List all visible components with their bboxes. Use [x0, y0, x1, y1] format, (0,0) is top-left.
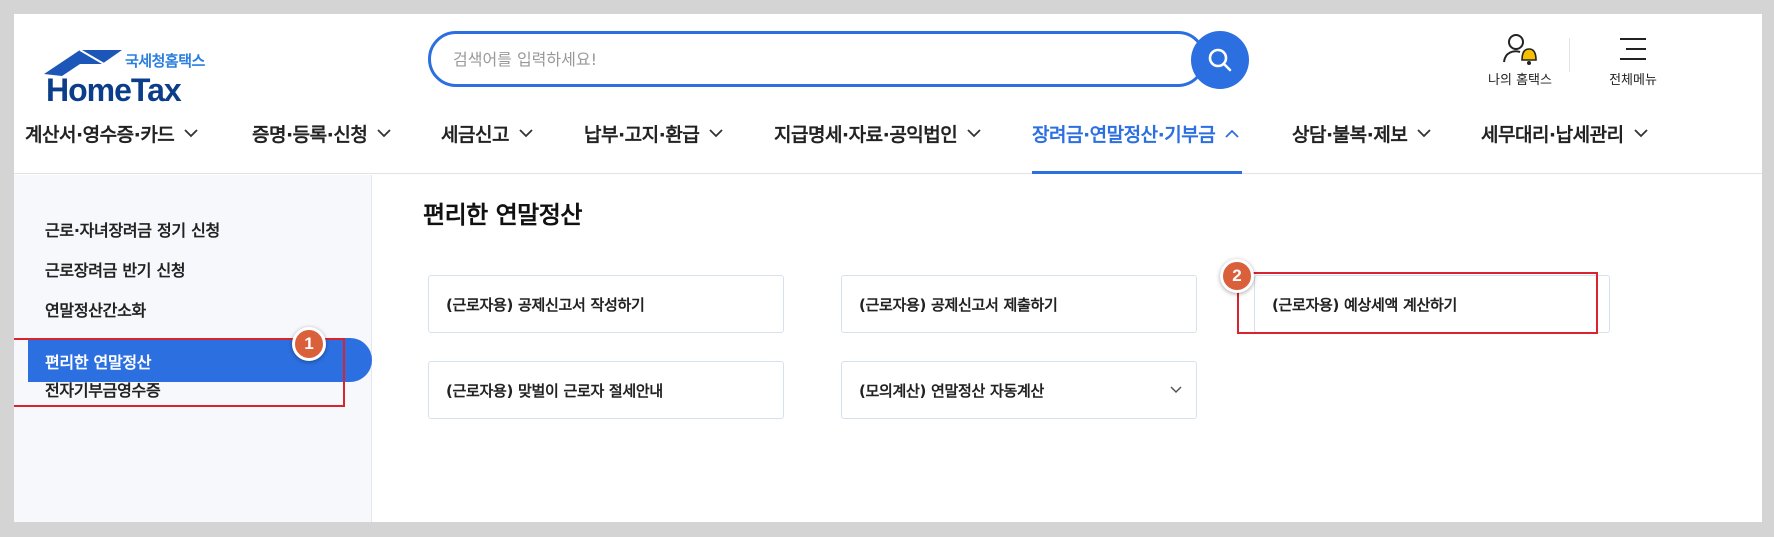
chevron-down-icon [709, 127, 723, 141]
gnb-item-label: 계산서·영수증·카드 [25, 124, 175, 146]
search-input[interactable] [453, 46, 1113, 72]
gnb-active-underline [1032, 171, 1242, 174]
gnb-item-label: 증명·등록·신청 [252, 124, 368, 146]
hamburger-menu-icon [1620, 38, 1646, 60]
gnb-item-certificates[interactable]: 증명·등록·신청 [252, 120, 391, 147]
annotation-badge-1: 1 [292, 327, 326, 361]
gnb-item-payment[interactable]: 납부·고지·환급 [584, 120, 723, 147]
chevron-down-icon [377, 127, 391, 141]
gnb-item-tax-filing[interactable]: 세금신고 [441, 120, 533, 147]
sidebar-item-semiannual-application[interactable]: 근로장려금 반기 신청 [45, 257, 186, 281]
my-hometax-label: 나의 홈택스 [1488, 73, 1552, 88]
gnb-item-label: 세무대리·납세관리 [1481, 124, 1624, 146]
page-frame: 국세청홈택스 HomeTax 나의 홈택스 [14, 14, 1762, 522]
chevron-down-icon [1417, 127, 1431, 141]
card-label: (모의계산) 연말정산 자동계산 [859, 382, 1044, 400]
sidebar-item-simplified-service[interactable]: 연말정산간소화 [45, 297, 146, 321]
sidebar-item-regular-application[interactable]: 근로·자녀장려금 정기 신청 [45, 217, 220, 241]
hometax-logo[interactable]: 국세청홈택스 HomeTax [28, 32, 208, 108]
card-dual-income-guide[interactable]: (근로자용) 맞벌이 근로자 절세안내 [428, 361, 784, 419]
gnb-item-year-end-settlement[interactable]: 장려금·연말정산·기부금 [1032, 120, 1239, 147]
all-menu-label: 전체메뉴 [1609, 73, 1657, 88]
chevron-up-icon [1225, 127, 1239, 141]
card-auto-calculation[interactable]: (모의계산) 연말정산 자동계산 [841, 361, 1197, 419]
annotation-badge-2: 2 [1220, 259, 1254, 293]
chevron-down-icon [184, 127, 198, 141]
card-submit-deduction-form[interactable]: (근로자용) 공제신고서 제출하기 [841, 275, 1197, 333]
chevron-down-icon [967, 127, 981, 141]
gnb-item-label: 지급명세·자료·공익법인 [774, 124, 958, 146]
gnb-item-label: 납부·고지·환급 [584, 124, 700, 146]
annotation-highlight-2 [1237, 272, 1598, 334]
util-divider [1569, 38, 1570, 72]
card-write-deduction-form[interactable]: (근로자용) 공제신고서 작성하기 [428, 275, 784, 333]
search-icon [1208, 48, 1232, 72]
gnb-item-tax-agent[interactable]: 세무대리·납세관리 [1481, 120, 1648, 147]
card-label: (근로자용) 맞벌이 근로자 절세안내 [446, 382, 663, 400]
gnb-item-consultation[interactable]: 상담·불복·제보 [1292, 120, 1431, 147]
chevron-down-icon [1170, 386, 1182, 394]
gnb-item-label: 상담·불복·제보 [1292, 124, 1408, 146]
search-box [428, 31, 1206, 87]
card-label: (근로자용) 공제신고서 작성하기 [446, 296, 645, 314]
card-label: (근로자용) 공제신고서 제출하기 [859, 296, 1058, 314]
chevron-down-icon [519, 127, 533, 141]
gnb-item-payment-statements[interactable]: 지급명세·자료·공익법인 [774, 120, 981, 147]
gnb-item-receipts[interactable]: 계산서·영수증·카드 [25, 120, 198, 147]
search-button[interactable] [1191, 31, 1249, 89]
gnb-item-label: 세금신고 [441, 124, 509, 146]
chevron-down-icon [1633, 127, 1648, 141]
page-title: 편리한 연말정산 [423, 201, 582, 229]
all-menu-button[interactable]: 전체메뉴 [1588, 29, 1678, 88]
gnb-item-label: 장려금·연말정산·기부금 [1032, 124, 1216, 146]
my-hometax-button[interactable]: 나의 홈택스 [1475, 29, 1565, 88]
logo-korean-text: 국세청홈택스 [125, 52, 205, 70]
user-bell-icon [1503, 34, 1537, 65]
main-navigation: 계산서·영수증·카드 증명·등록·신청 세금신고 납부·고지·환급 지급명세·자… [14, 102, 1762, 174]
